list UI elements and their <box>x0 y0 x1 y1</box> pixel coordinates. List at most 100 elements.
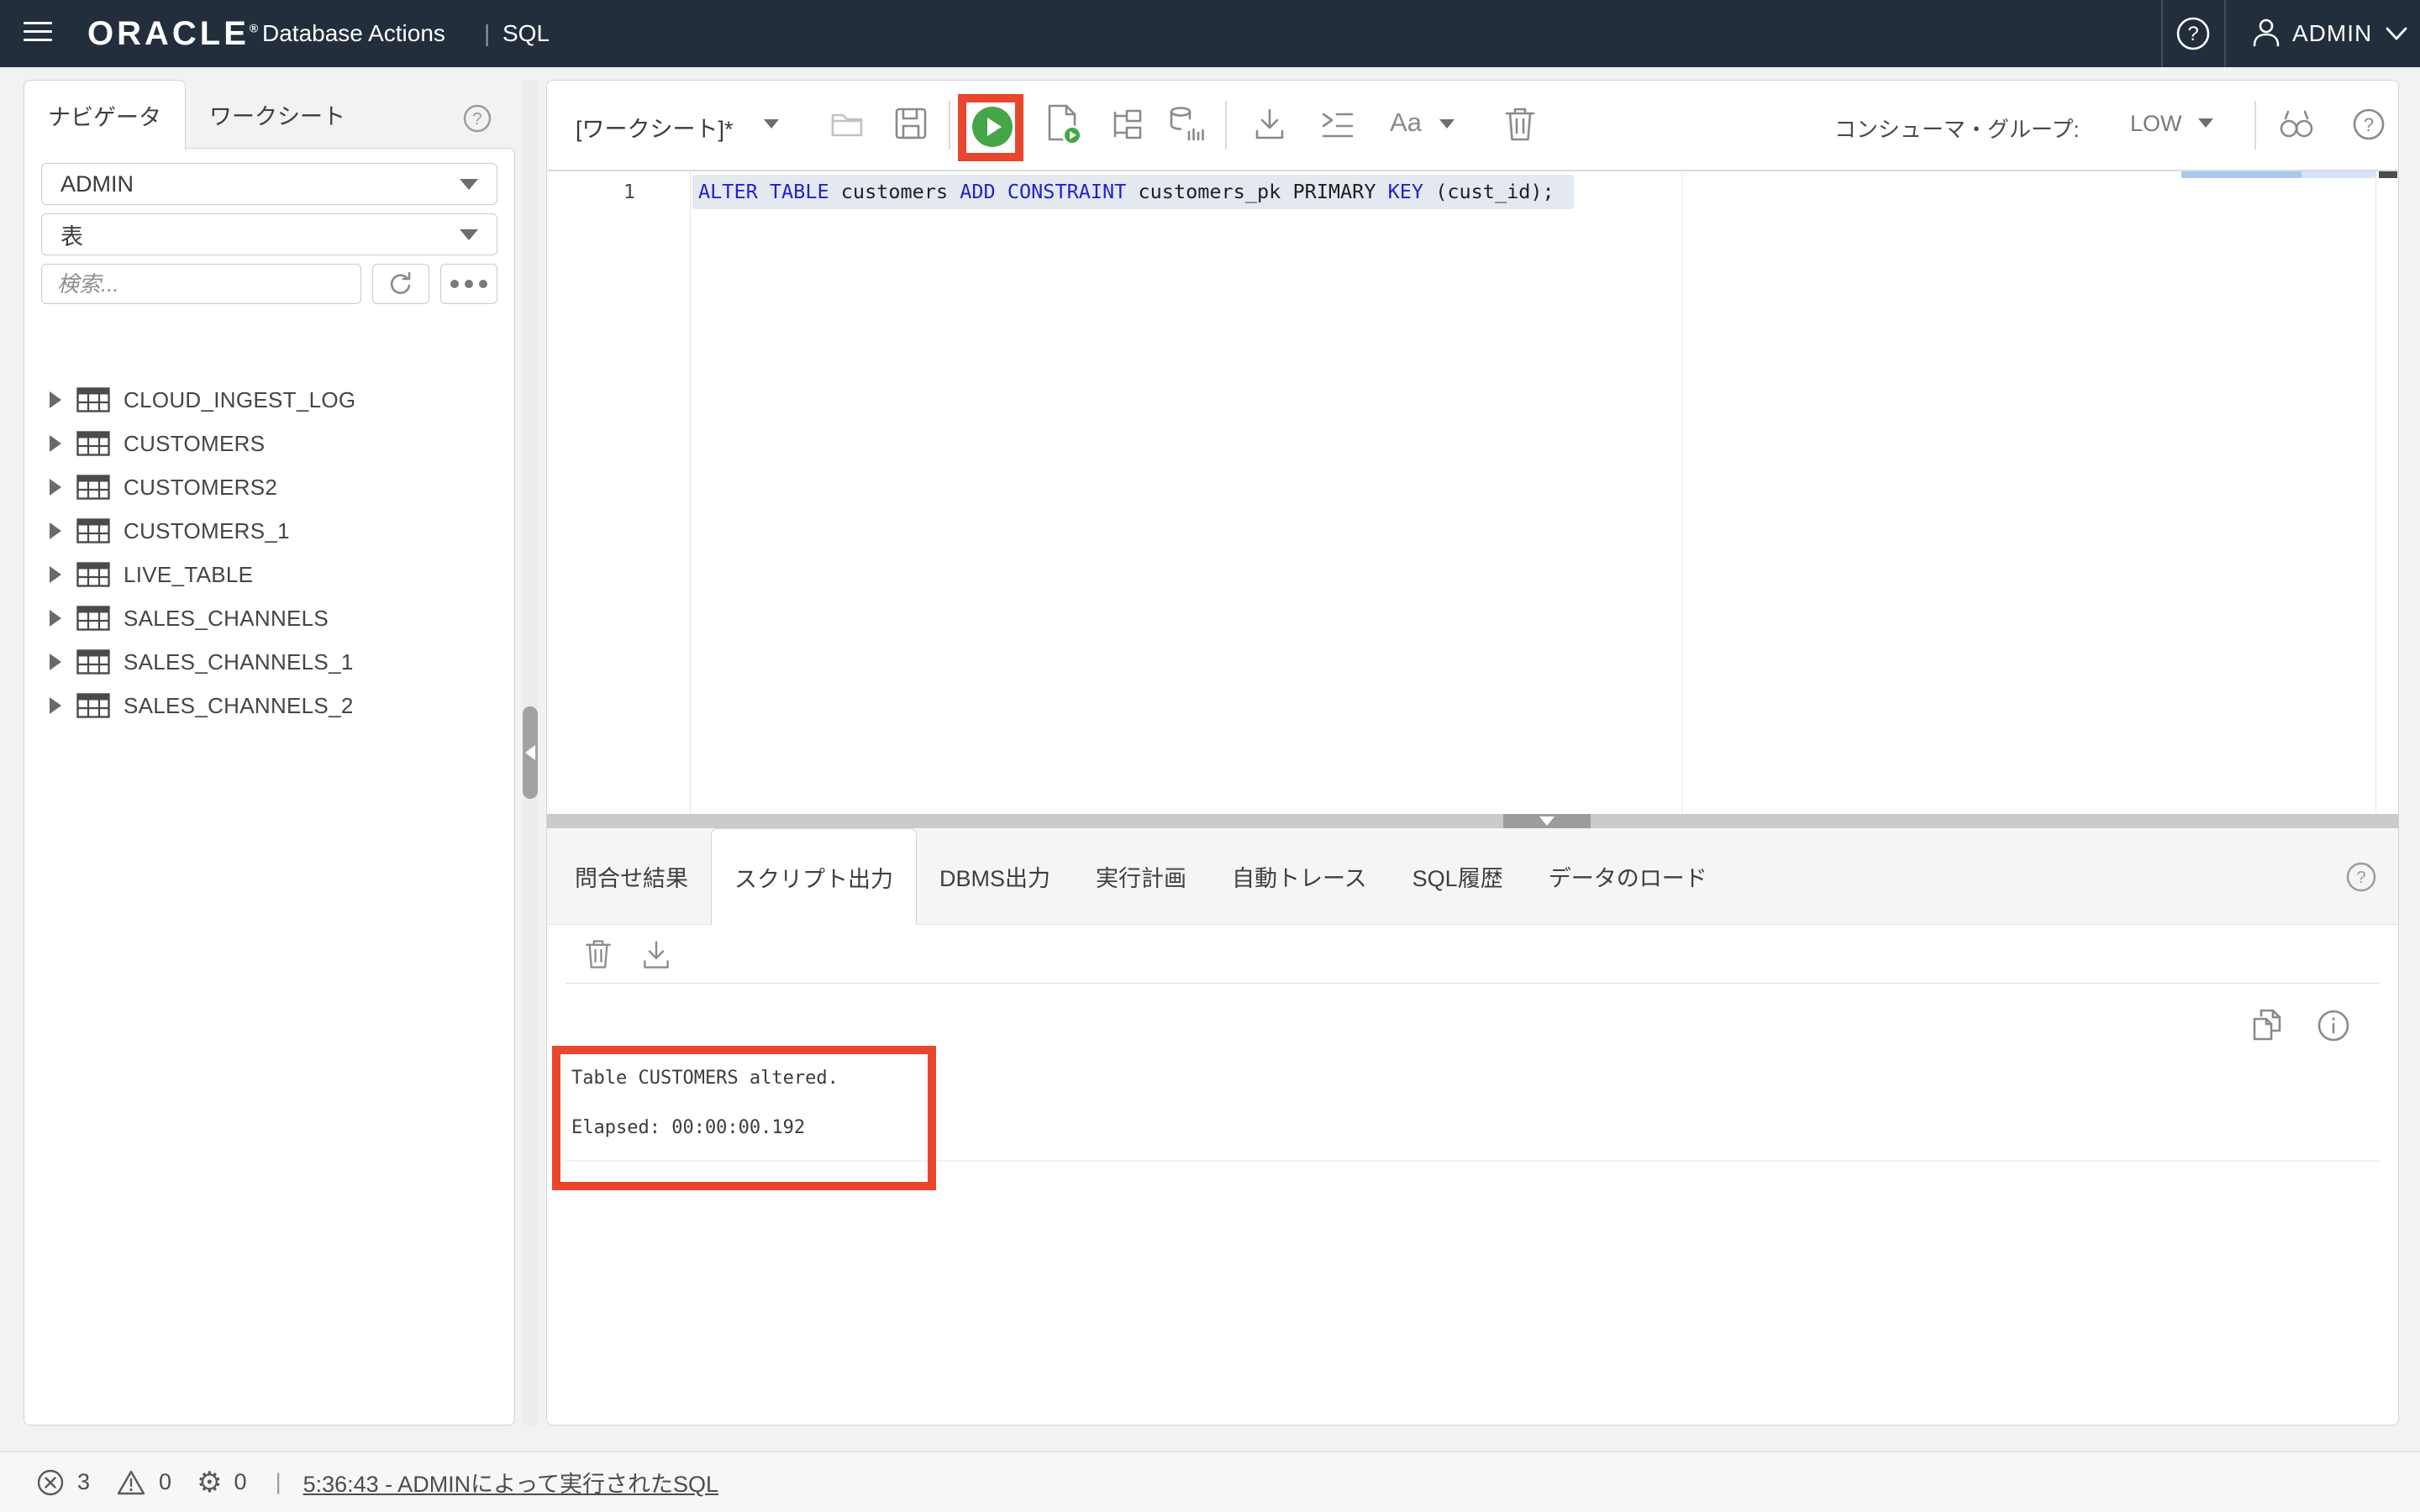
errors-icon[interactable] <box>35 1467 66 1498</box>
editor-scroll-strip <box>2302 171 2375 178</box>
expand-caret-icon[interactable] <box>50 522 61 539</box>
clear-worksheet-icon[interactable] <box>1502 104 1539 144</box>
editor-right-border <box>2375 171 2376 814</box>
format-code-icon[interactable] <box>1318 108 1357 141</box>
process-count: 0 <box>234 1469 247 1495</box>
worksheet-title-dropdown[interactable]: [ワークシート]* <box>576 111 734 144</box>
expand-caret-icon[interactable] <box>50 479 61 496</box>
schema-select-value: ADMIN <box>60 171 134 197</box>
tab-sql-history[interactable]: SQL履歴 <box>1390 828 1526 924</box>
refresh-button[interactable] <box>372 264 429 304</box>
pane-splitter-handle[interactable] <box>523 706 538 799</box>
table-name: CUSTOMERS2 <box>124 475 277 501</box>
header-divider: | <box>484 20 490 47</box>
navigator-panel: ADMIN 表 CLOUD_INGEST_LOG <box>24 148 515 1425</box>
toolbar-separator <box>2254 101 2256 150</box>
hamburger-menu-icon[interactable] <box>24 22 52 45</box>
chevron-down-icon[interactable] <box>1439 119 1455 129</box>
tab-navigator[interactable]: ナビゲータ <box>24 80 186 150</box>
tree-item-table[interactable]: SALES_CHANNELS_2 <box>24 684 514 727</box>
tab-dbms-output[interactable]: DBMS出力 <box>917 828 1073 924</box>
table-icon <box>76 518 110 543</box>
table-icon <box>76 693 110 718</box>
pane-splitter-track <box>523 80 538 1425</box>
tab-worksheet[interactable]: ワークシート <box>186 80 369 149</box>
expand-caret-icon[interactable] <box>50 697 61 714</box>
print-margin-line <box>1681 171 1682 814</box>
script-output-message: Table CUSTOMERS altered. Elapsed: 00:00:… <box>571 1068 839 1138</box>
tree-item-table[interactable]: LIVE_TABLE <box>24 553 514 596</box>
copy-icon[interactable] <box>2250 1007 2284 1044</box>
expand-caret-icon[interactable] <box>50 566 61 583</box>
editor-scrollbar-thumb[interactable] <box>2379 171 2397 178</box>
status-bar: 3 0 ⚙ 0 | 5:36:43 - ADMINによって実行されたSQL <box>0 1451 2420 1512</box>
run-statement-button[interactable] <box>972 107 1013 147</box>
last-executed-sql-link[interactable]: 5:36:43 - ADMINによって実行されたSQL <box>303 1466 718 1499</box>
error-count: 3 <box>77 1469 90 1495</box>
table-name: SALES_CHANNELS_1 <box>124 649 354 675</box>
tab-explain-plan[interactable]: 実行計画 <box>1073 828 1209 924</box>
expand-caret-icon[interactable] <box>50 391 61 408</box>
svg-text:?: ? <box>2356 869 2365 887</box>
object-type-select[interactable]: 表 <box>41 213 497 255</box>
find-icon[interactable] <box>2276 106 2317 143</box>
worksheet-toolbar: [ワークシート]* Aa コンシューマ・グループ: LOW ? <box>547 81 2398 171</box>
clear-output-icon[interactable] <box>582 937 614 972</box>
autotrace-icon[interactable] <box>1167 104 1207 144</box>
save-icon[interactable] <box>893 106 929 141</box>
chevron-down-icon[interactable] <box>764 119 779 129</box>
app-window: ORACLE® Database Actions | SQL ? ADMIN ナ… <box>0 0 2420 1512</box>
tree-item-table[interactable]: SALES_CHANNELS_1 <box>24 640 514 684</box>
gutter-border <box>690 171 691 814</box>
splitter-handle[interactable] <box>1503 814 1591 828</box>
download-output-icon[interactable] <box>639 938 673 972</box>
chevron-down-icon[interactable] <box>2198 118 2213 128</box>
user-menu[interactable]: ADMIN <box>2250 17 2409 50</box>
info-icon[interactable] <box>2315 1007 2352 1044</box>
sidebar-help-icon[interactable]: ? <box>461 102 493 134</box>
processes-icon[interactable]: ⚙ <box>197 1468 222 1497</box>
schema-select[interactable]: ADMIN <box>41 163 497 205</box>
search-input[interactable] <box>41 264 361 304</box>
table-name: SALES_CHANNELS_2 <box>124 693 354 719</box>
tab-data-load[interactable]: データのロード <box>1526 828 1730 924</box>
user-name: ADMIN <box>2292 20 2372 47</box>
tree-item-table[interactable]: CUSTOMERS_1 <box>24 509 514 553</box>
table-name: SALES_CHANNELS <box>124 606 329 632</box>
collapse-left-icon <box>525 745 535 760</box>
svg-text:?: ? <box>2364 114 2374 135</box>
open-file-icon[interactable] <box>829 108 865 141</box>
tree-item-table[interactable]: SALES_CHANNELS <box>24 596 514 640</box>
tab-query-result[interactable]: 問合せ結果 <box>552 828 711 924</box>
sql-code-line[interactable]: ALTER TABLE customers ADD CONSTRAINT cus… <box>698 175 1555 209</box>
header-separator <box>2224 0 2226 67</box>
output-separator-line <box>566 1160 2380 1162</box>
warnings-icon[interactable] <box>115 1468 147 1497</box>
table-name: CUSTOMERS_1 <box>124 518 290 544</box>
table-name: LIVE_TABLE <box>124 562 253 588</box>
expand-caret-icon[interactable] <box>50 435 61 452</box>
script-output-area: Table CUSTOMERS altered. Elapsed: 00:00:… <box>547 984 2398 1425</box>
more-options-button[interactable] <box>440 264 497 304</box>
tree-item-table[interactable]: CUSTOMERS <box>24 422 514 465</box>
tree-item-table[interactable]: CLOUD_INGEST_LOG <box>24 378 514 422</box>
font-settings-button[interactable]: Aa <box>1390 108 1422 138</box>
explain-plan-icon[interactable] <box>1108 108 1145 141</box>
tree-item-table[interactable]: CUSTOMERS2 <box>24 465 514 509</box>
expand-caret-icon[interactable] <box>50 654 61 670</box>
expand-caret-icon[interactable] <box>50 610 61 627</box>
chevron-down-icon <box>2384 24 2409 43</box>
sql-editor[interactable]: 1 ALTER TABLE customers ADD CONSTRAINT c… <box>547 171 2398 814</box>
result-help-icon[interactable]: ? <box>2344 860 2378 894</box>
result-pane-splitter[interactable] <box>547 814 2398 828</box>
tab-script-output[interactable]: スクリプト出力 <box>711 828 917 925</box>
table-icon <box>76 431 110 456</box>
run-script-icon[interactable] <box>1044 102 1083 146</box>
top-header: ORACLE® Database Actions | SQL ? ADMIN <box>0 0 2420 67</box>
refresh-icon <box>386 269 416 299</box>
tab-autotrace[interactable]: 自動トレース <box>1209 828 1390 924</box>
download-icon[interactable] <box>1251 106 1288 143</box>
consumer-group-select[interactable]: LOW <box>2130 111 2182 137</box>
worksheet-help-icon[interactable]: ? <box>2350 106 2387 143</box>
header-help-icon[interactable]: ? <box>2175 15 2212 52</box>
